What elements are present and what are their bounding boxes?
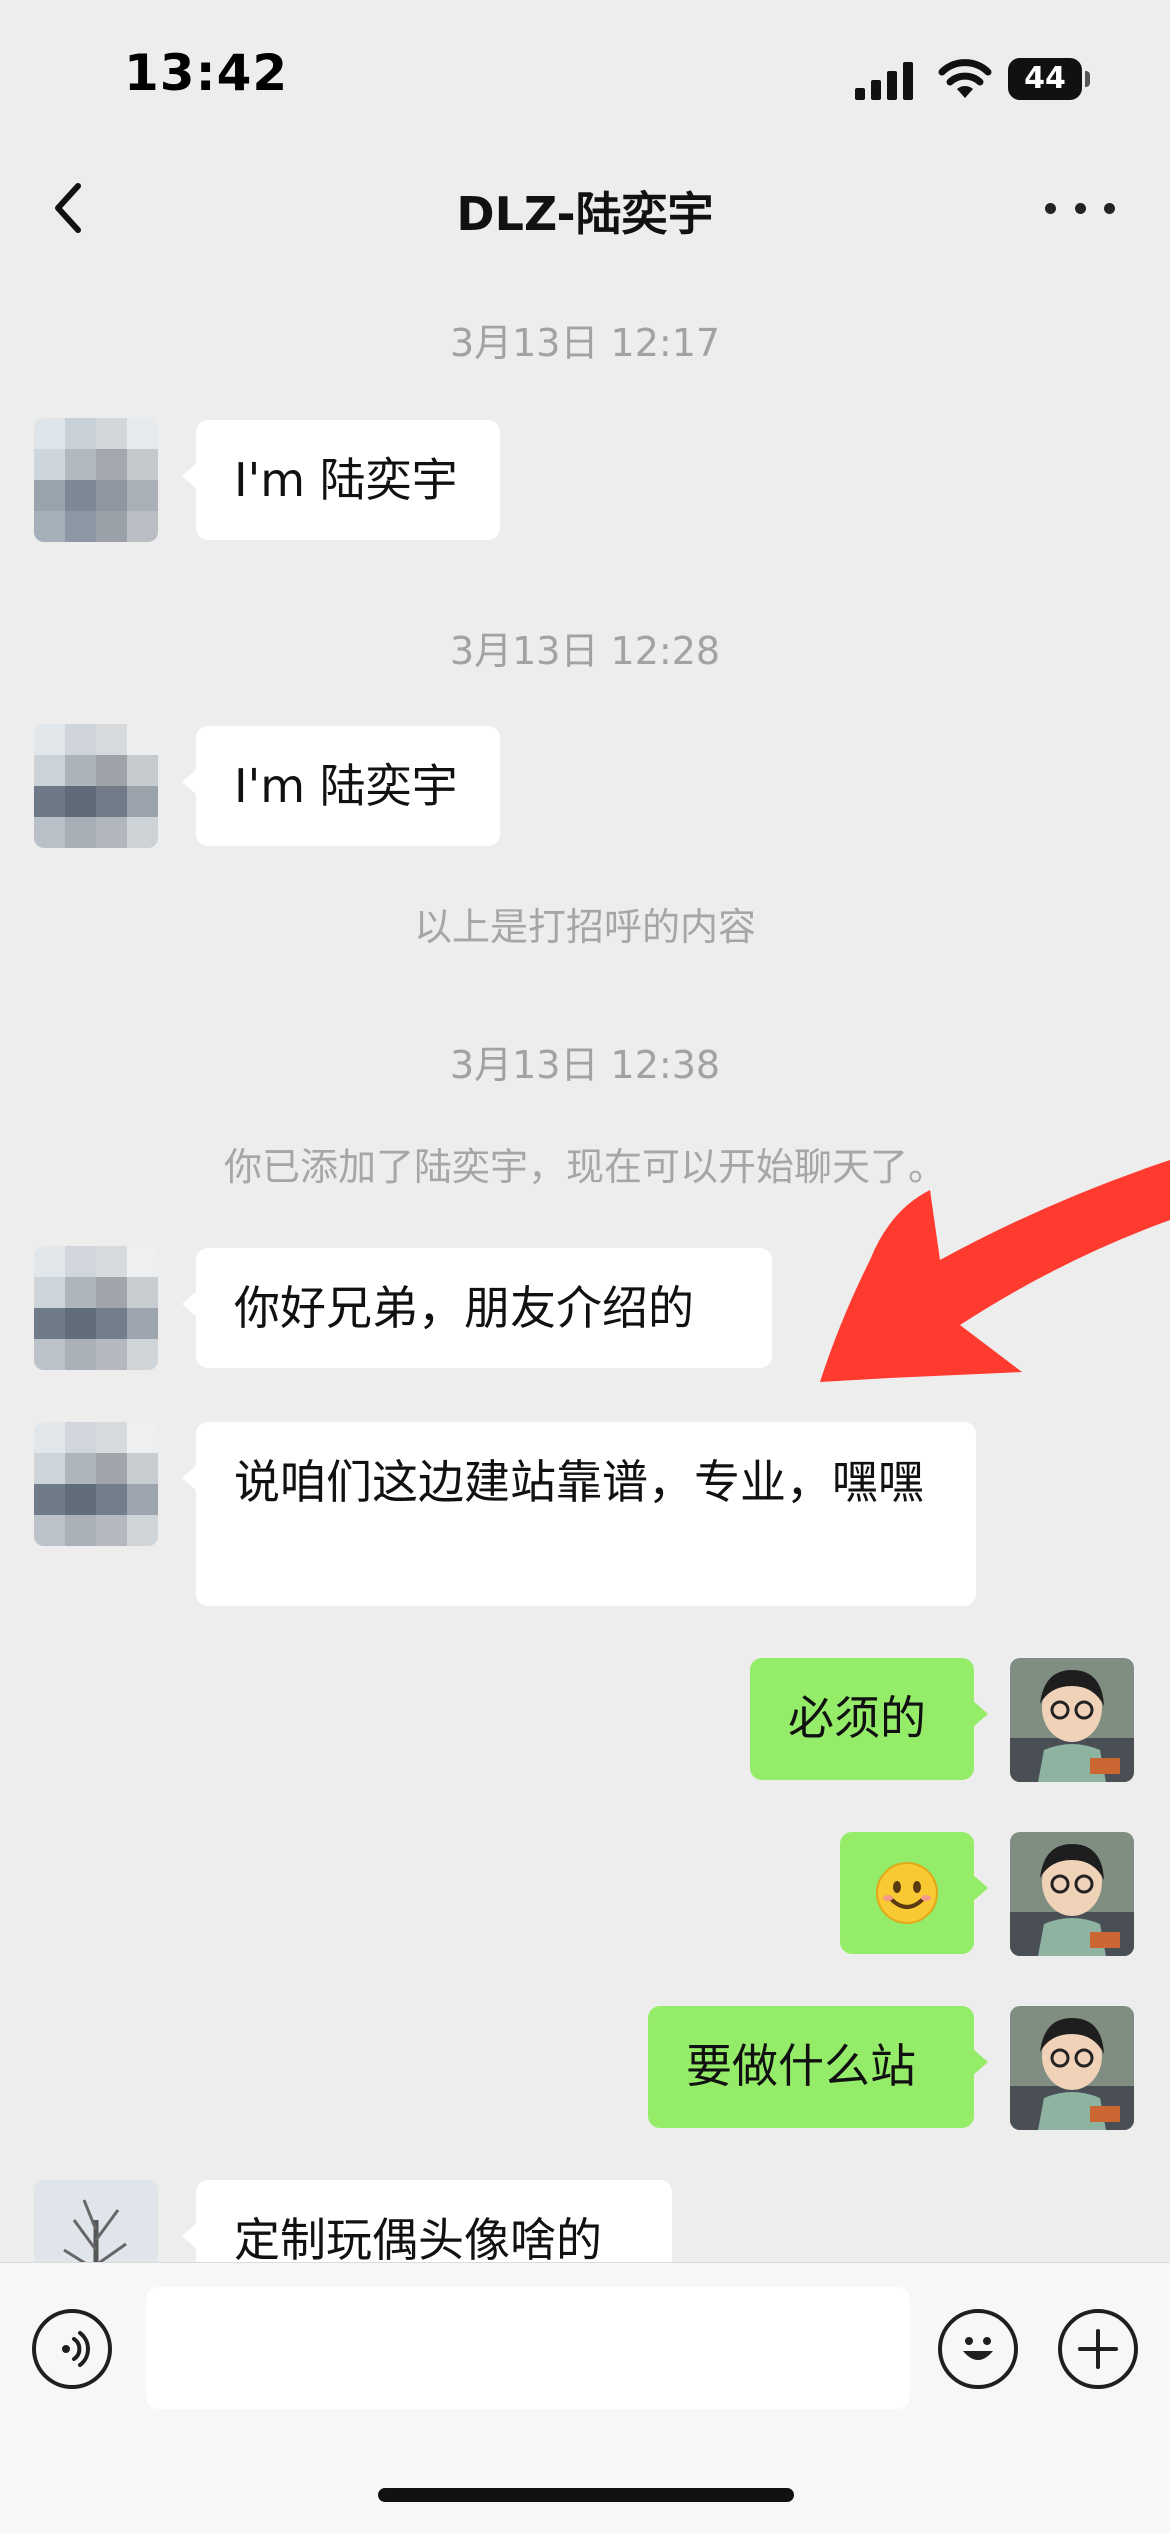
status-time: 13:42 xyxy=(124,44,289,102)
plus-icon[interactable] xyxy=(1058,2309,1138,2389)
message-bubble-outgoing[interactable]: 必须的 xyxy=(750,1658,988,1780)
system-note: 以上是打招呼的内容 xyxy=(413,905,756,949)
chat-header: DLZ-陆奕宇 xyxy=(0,150,1170,270)
annotation-arrow xyxy=(820,1160,1170,1382)
more-dot xyxy=(1074,202,1086,214)
status-bar: 13:42 44 xyxy=(0,0,1170,150)
more-dot xyxy=(1104,202,1115,214)
more-dot xyxy=(1045,202,1056,214)
contact-avatar[interactable] xyxy=(34,1422,158,1546)
battery-tip xyxy=(1085,71,1090,87)
timestamp: 3月13日 12:28 xyxy=(449,629,721,673)
message-bubble-incoming[interactable]: I'm 陆奕宇 xyxy=(182,420,500,540)
battery-icon: 44 xyxy=(1008,58,1090,100)
contact-avatar[interactable] xyxy=(34,1246,158,1370)
my-avatar[interactable] xyxy=(1010,2006,1134,2130)
message-bubble-outgoing[interactable]: 要做什么站 xyxy=(648,2006,988,2128)
message-bubble-incoming[interactable]: 说咱们这边建站靠谱，专业，嘿嘿 xyxy=(182,1422,976,1606)
home-indicator[interactable] xyxy=(378,2488,794,2502)
signal-icon xyxy=(855,62,913,100)
contact-avatar[interactable] xyxy=(34,418,158,542)
message-bubble-incoming[interactable]: 你好兄弟，朋友介绍的 xyxy=(182,1248,772,1368)
contact-avatar[interactable] xyxy=(34,2180,158,2262)
chat-title: DLZ-陆奕宇 xyxy=(456,187,714,241)
voice-wave-icon xyxy=(62,2331,90,2367)
message-bubble-incoming[interactable]: 定制玩偶头像啥的 xyxy=(182,2180,672,2262)
smiley-icon xyxy=(963,2337,993,2360)
emoji-icon[interactable] xyxy=(938,2309,1018,2389)
message-bubble-incoming[interactable]: I'm 陆奕宇 xyxy=(182,726,500,846)
voice-icon[interactable] xyxy=(32,2309,112,2389)
plus-glyph-icon xyxy=(1078,2329,1118,2369)
message-input[interactable] xyxy=(146,2287,910,2409)
battery-level: 44 xyxy=(1008,58,1082,100)
more-icon[interactable] xyxy=(1045,180,1115,236)
contact-avatar[interactable] xyxy=(34,724,158,848)
smiling-emoji-icon xyxy=(876,1862,938,1924)
timestamp: 3月13日 12:38 xyxy=(449,1043,721,1087)
my-avatar[interactable] xyxy=(1010,1832,1134,1956)
timestamp: 3月13日 12:17 xyxy=(449,321,721,365)
my-avatar[interactable] xyxy=(1010,1658,1134,1782)
wifi-icon xyxy=(938,59,992,98)
message-bubble-outgoing-sticker[interactable] xyxy=(840,1832,988,1954)
